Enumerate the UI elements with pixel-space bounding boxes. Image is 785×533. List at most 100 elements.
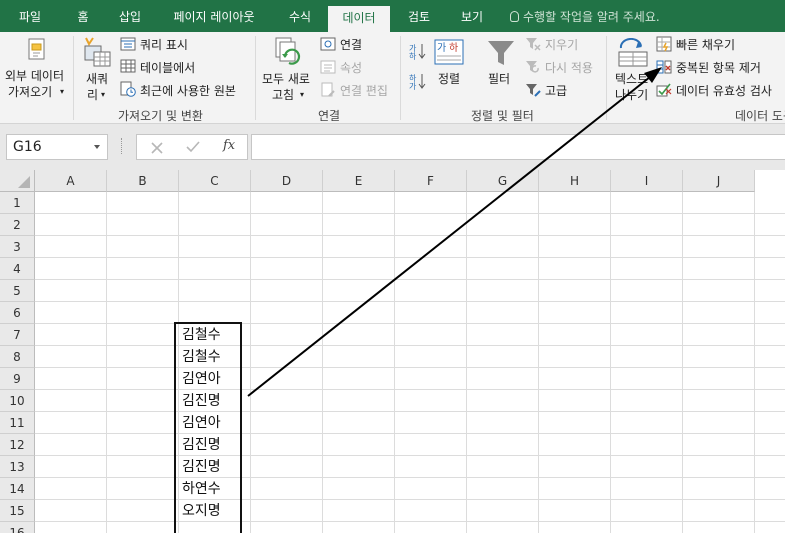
tab-formulas[interactable]: 수식 bbox=[278, 0, 322, 32]
column-header[interactable]: F bbox=[395, 170, 467, 192]
tab-file[interactable]: 파일 bbox=[10, 0, 50, 32]
edit-links-icon bbox=[320, 82, 336, 101]
lightbulb-icon bbox=[510, 11, 519, 22]
filter-icon[interactable] bbox=[486, 38, 516, 71]
row-header[interactable]: 16 bbox=[0, 522, 35, 533]
tab-data[interactable]: 데이터 bbox=[328, 6, 390, 32]
column-header[interactable]: C bbox=[179, 170, 251, 192]
remove-duplicates-button[interactable]: 중복된 항목 제거 bbox=[676, 61, 761, 75]
row-header[interactable]: 15 bbox=[0, 500, 35, 522]
group-separator bbox=[606, 36, 607, 120]
tab-label: 삽입 bbox=[118, 10, 142, 24]
row-gridline bbox=[35, 521, 785, 522]
row-gridline bbox=[35, 301, 785, 302]
row-header[interactable]: 3 bbox=[0, 236, 35, 258]
column-header[interactable]: I bbox=[611, 170, 683, 192]
select-all-button[interactable] bbox=[0, 170, 35, 192]
from-table-button[interactable]: 테이블에서 bbox=[140, 61, 195, 75]
get-external-data-label-1[interactable]: 외부 데이터 bbox=[5, 69, 64, 83]
refresh-all-icon[interactable] bbox=[273, 36, 305, 71]
row-header[interactable]: 2 bbox=[0, 214, 35, 236]
formula-bar-grip[interactable] bbox=[121, 138, 123, 154]
tab-page-layout[interactable]: 페이지 레이아웃 bbox=[162, 0, 266, 32]
column-header[interactable]: D bbox=[251, 170, 323, 192]
row-header[interactable]: 1 bbox=[0, 192, 35, 214]
insert-function-icon[interactable]: fx bbox=[223, 138, 235, 153]
sort-button[interactable]: 정렬 bbox=[438, 72, 460, 86]
tell-me-search[interactable]: 수행할 작업을 알려 주세요. bbox=[510, 0, 660, 32]
filter-button[interactable]: 필터 bbox=[488, 72, 510, 86]
data-validation-button[interactable]: 데이터 유효성 검사 bbox=[676, 84, 772, 98]
recent-sources-button[interactable]: 최근에 사용한 원본 bbox=[140, 84, 236, 98]
recent-sources-icon bbox=[120, 81, 136, 100]
row-header[interactable]: 13 bbox=[0, 456, 35, 478]
row-header[interactable]: 12 bbox=[0, 434, 35, 456]
advanced-filter-button[interactable]: 고급 bbox=[545, 84, 567, 98]
column-header[interactable]: J bbox=[683, 170, 755, 192]
clear-filter-icon bbox=[525, 36, 541, 55]
tab-label: 홈 bbox=[77, 10, 89, 24]
column-header[interactable]: A bbox=[35, 170, 107, 192]
row-gridline bbox=[35, 323, 785, 324]
dropdown-arrow-icon: ▾ bbox=[101, 90, 106, 99]
row-header[interactable]: 7 bbox=[0, 324, 35, 346]
row-header[interactable]: 14 bbox=[0, 478, 35, 500]
new-query-label-1[interactable]: 새쿼 bbox=[86, 72, 108, 86]
properties-button[interactable]: 속성 bbox=[340, 61, 362, 75]
new-query-icon[interactable] bbox=[80, 36, 114, 73]
group-label-sort-filter: 정렬 및 필터 bbox=[471, 109, 534, 123]
tab-label: 파일 bbox=[18, 10, 42, 24]
reapply-button[interactable]: 다시 적용 bbox=[545, 61, 593, 75]
reapply-icon bbox=[525, 59, 541, 78]
flash-fill-icon bbox=[656, 36, 672, 55]
formula-input[interactable] bbox=[251, 134, 785, 160]
tab-review[interactable]: 검토 bbox=[397, 0, 441, 32]
chevron-down-icon[interactable] bbox=[94, 145, 100, 149]
text-to-columns-label-1[interactable]: 텍스트 bbox=[615, 72, 648, 86]
name-box[interactable]: G16 bbox=[6, 134, 108, 160]
cancel-icon[interactable] bbox=[151, 142, 163, 154]
sort-dialog-icon[interactable]: 가하 bbox=[434, 39, 464, 68]
row-header[interactable]: 8 bbox=[0, 346, 35, 368]
refresh-all-label-1[interactable]: 모두 새로 bbox=[262, 72, 310, 86]
row-header[interactable]: 11 bbox=[0, 412, 35, 434]
column-header[interactable]: H bbox=[539, 170, 611, 192]
row-header[interactable]: 9 bbox=[0, 368, 35, 390]
group-label-connections: 연결 bbox=[318, 109, 341, 123]
group-label-get-transform: 가져오기 및 변환 bbox=[118, 109, 203, 123]
tab-home[interactable]: 홈 bbox=[65, 0, 101, 32]
get-external-data-icon[interactable] bbox=[26, 38, 48, 67]
tab-insert[interactable]: 삽입 bbox=[110, 0, 150, 32]
worksheet-grid[interactable]: ABCDEFGHIJ 1 2 3 4 5 6 7 8 9 10 11 12 13 14 15 16 김철수 김철… bbox=[0, 170, 785, 533]
column-header[interactable]: B bbox=[107, 170, 179, 192]
connections-button[interactable]: 연결 bbox=[340, 38, 362, 52]
refresh-all-label-2[interactable]: 고침 bbox=[272, 88, 294, 102]
row-header[interactable]: 4 bbox=[0, 258, 35, 280]
get-external-data-label-2[interactable]: 가져오기 bbox=[8, 85, 52, 99]
column-gridline bbox=[754, 192, 755, 533]
row-gridline bbox=[35, 455, 785, 456]
column-header[interactable]: E bbox=[323, 170, 395, 192]
text-to-columns-icon[interactable] bbox=[616, 38, 650, 71]
row-gridline bbox=[35, 389, 785, 390]
excel-window: 파일 홈 삽입 페이지 레이아웃 수식 데이터 검토 보기 수행할 작업을 알려… bbox=[0, 0, 785, 533]
row-gridline bbox=[35, 213, 785, 214]
enter-icon[interactable] bbox=[186, 141, 200, 153]
row-gridline bbox=[35, 499, 785, 500]
tab-label: 수식 bbox=[288, 10, 312, 24]
sort-ascending-icon[interactable]: 가하 bbox=[409, 42, 427, 63]
row-header[interactable]: 5 bbox=[0, 280, 35, 302]
flash-fill-button[interactable]: 빠른 채우기 bbox=[676, 38, 735, 52]
sort-descending-icon[interactable]: 하가 bbox=[409, 72, 427, 93]
clear-filter-button[interactable]: 지우기 bbox=[545, 38, 578, 52]
tab-view[interactable]: 보기 bbox=[450, 0, 494, 32]
group-separator bbox=[400, 36, 401, 120]
show-queries-button[interactable]: 쿼리 표시 bbox=[140, 38, 188, 52]
edit-links-button[interactable]: 연결 편집 bbox=[340, 84, 388, 98]
row-header[interactable]: 6 bbox=[0, 302, 35, 324]
svg-text:가: 가 bbox=[437, 42, 446, 54]
row-header[interactable]: 10 bbox=[0, 390, 35, 412]
text-to-columns-label-2[interactable]: 나누기 bbox=[615, 88, 648, 102]
column-header[interactable]: G bbox=[467, 170, 539, 192]
new-query-label-2[interactable]: 리 bbox=[87, 88, 98, 102]
